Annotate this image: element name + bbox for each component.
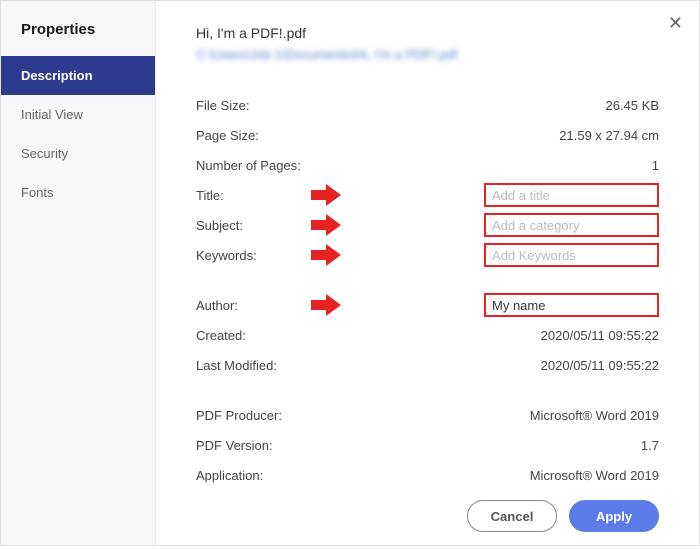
label-num-pages: Number of Pages:: [196, 158, 346, 173]
value-producer: Microsoft® Word 2019: [346, 408, 659, 423]
file-path: C:\Users\Job 1\Documents\Hi, I'm a PDF!.…: [196, 47, 659, 62]
value-page-size: 21.59 x 27.94 cm: [346, 128, 659, 143]
row-keywords: Keywords:: [196, 240, 659, 270]
row-num-pages: Number of Pages: 1: [196, 150, 659, 180]
row-author: Author:: [196, 290, 659, 320]
label-producer: PDF Producer:: [196, 408, 346, 423]
value-file-size: 26.45 KB: [346, 98, 659, 113]
row-modified: Last Modified: 2020/05/11 09:55:22: [196, 350, 659, 380]
label-version: PDF Version:: [196, 438, 346, 453]
row-created: Created: 2020/05/11 09:55:22: [196, 320, 659, 350]
sidebar: Properties Description Initial View Secu…: [1, 1, 156, 545]
properties-dialog: Properties Description Initial View Secu…: [1, 1, 699, 545]
value-version: 1.7: [346, 438, 659, 453]
row-subject: Subject:: [196, 210, 659, 240]
row-version: PDF Version: 1.7: [196, 430, 659, 460]
row-file-size: File Size: 26.45 KB: [196, 90, 659, 120]
apply-button[interactable]: Apply: [569, 500, 659, 532]
highlight-arrow-icon: [311, 244, 341, 266]
sidebar-item-security[interactable]: Security: [1, 134, 155, 173]
highlight-arrow-icon: [311, 184, 341, 206]
row-producer: PDF Producer: Microsoft® Word 2019: [196, 400, 659, 430]
panel-title: Properties: [1, 11, 155, 56]
label-file-size: File Size:: [196, 98, 346, 113]
highlight-arrow-icon: [311, 214, 341, 236]
cancel-button[interactable]: Cancel: [467, 500, 557, 532]
value-created: 2020/05/11 09:55:22: [346, 328, 659, 343]
sidebar-item-description[interactable]: Description: [1, 56, 155, 95]
row-page-size: Page Size: 21.59 x 27.94 cm: [196, 120, 659, 150]
main-panel: Hi, I'm a PDF!.pdf C:\Users\Job 1\Docume…: [156, 1, 699, 545]
row-application: Application: Microsoft® Word 2019: [196, 460, 659, 490]
sidebar-item-fonts[interactable]: Fonts: [1, 173, 155, 212]
title-input[interactable]: [484, 183, 659, 207]
label-modified: Last Modified:: [196, 358, 346, 373]
label-application: Application:: [196, 468, 346, 483]
author-input[interactable]: [484, 293, 659, 317]
row-title: Title:: [196, 180, 659, 210]
value-num-pages: 1: [346, 158, 659, 173]
sidebar-item-initial-view[interactable]: Initial View: [1, 95, 155, 134]
keywords-input[interactable]: [484, 243, 659, 267]
file-name: Hi, I'm a PDF!.pdf: [196, 25, 659, 41]
value-application: Microsoft® Word 2019: [346, 468, 659, 483]
button-row: Cancel Apply: [196, 490, 659, 550]
label-created: Created:: [196, 328, 346, 343]
subject-input[interactable]: [484, 213, 659, 237]
value-modified: 2020/05/11 09:55:22: [346, 358, 659, 373]
highlight-arrow-icon: [311, 294, 341, 316]
label-page-size: Page Size:: [196, 128, 346, 143]
